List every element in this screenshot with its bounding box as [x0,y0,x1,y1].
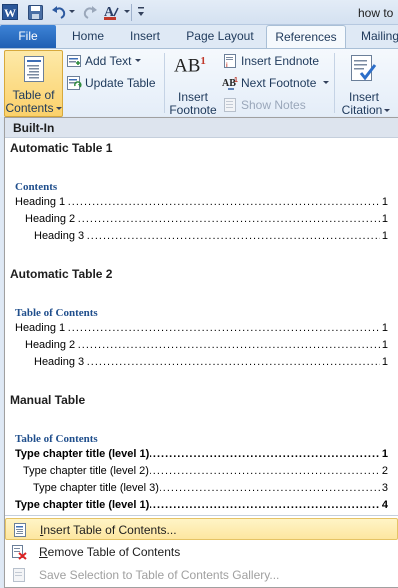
toc-button-label-line2: Contents [5,102,62,115]
toc-preview-line: Heading 1...............................… [15,196,388,209]
toc-preview-line: Heading 2...............................… [25,213,388,226]
add-text-button[interactable]: Add Text [66,52,156,70]
tab-file[interactable]: File [0,25,56,48]
toc-preview-line: Heading 3...............................… [34,230,388,243]
show-notes-icon [224,98,236,112]
toc-preview-line: Type chapter title (level 1)............… [15,499,388,511]
gallery-item-title: Manual Table [10,393,86,407]
insert-endnote-button[interactable]: i Insert Endnote [222,52,330,70]
insert-table-of-contents-menu-item[interactable]: Insert Table of Contents... [5,518,398,540]
toc-preview-heading: Table of Contents [15,433,98,445]
next-footnote-button[interactable]: AB 1 Next Footnote [222,74,330,92]
gallery-item-title: Automatic Table 1 [10,141,113,155]
toc-preview-line: Heading 3...............................… [34,356,388,369]
toc-preview-line: Type chapter title (level 2)............… [23,465,388,478]
tab-references[interactable]: References [266,25,346,49]
insert-citation-label-line1[interactable]: Insert [336,90,392,104]
customize-qat-icon[interactable] [136,6,146,18]
group-separator [164,53,165,113]
tab-insert[interactable]: Insert [120,25,170,48]
ribbon-tabs: File Home Insert Page Layout References … [0,25,398,49]
insert-toc-icon [14,523,26,537]
title-bar: W A how to [0,0,398,25]
redo-icon[interactable] [82,4,98,20]
tab-page-layout[interactable]: Page Layout [178,25,262,48]
font-color-icon[interactable]: A [103,4,123,20]
insert-citation-icon[interactable] [347,53,379,85]
insert-footnote-icon[interactable]: AB1 [174,55,210,81]
toc-preview-heading: Contents [15,181,58,193]
font-color-dropdown-icon[interactable] [124,10,130,13]
table-of-contents-icon [24,56,44,82]
toc-preview-heading: Table of Contents [15,307,98,319]
insert-endnote-icon: i [224,54,236,69]
menu-separator [5,515,398,516]
insert-citation-label-line2[interactable]: Citation [336,103,396,117]
remove-table-of-contents-menu-item[interactable]: Remove Table of Contents [5,541,398,563]
menu-item-label: Save Selection to Table of Contents Gall… [39,568,280,582]
add-text-icon [67,55,81,67]
add-text-dropdown-icon [135,59,141,62]
toc-preview-line: Heading 2...............................… [25,339,388,352]
tab-home[interactable]: Home [62,25,114,48]
toc-preview-line: Type chapter title (level 3)............… [33,482,388,495]
save-icon[interactable] [28,4,43,20]
undo-dropdown-icon[interactable] [69,10,75,13]
group-separator [334,53,335,113]
gallery-item-title: Automatic Table 2 [10,267,113,281]
svg-text:1: 1 [234,77,238,84]
insert-footnote-label-line2[interactable]: Footnote [166,103,220,117]
update-table-button[interactable]: Update Table [66,74,158,92]
ribbon-references: Table of Contents Add Text Update Table … [0,48,398,118]
insert-citation-dropdown-icon [384,109,391,113]
next-footnote-dropdown-icon [323,81,329,84]
update-table-icon [67,76,82,90]
remove-toc-icon [12,545,27,560]
toc-preview-line: Type chapter title (level 1)............… [15,448,388,461]
table-of-contents-button[interactable]: Table of Contents [4,50,63,117]
undo-icon[interactable] [51,4,67,20]
show-notes-button[interactable]: Show Notes [222,96,316,114]
save-selection-to-gallery-menu-item[interactable]: Save Selection to Table of Contents Gall… [5,564,398,586]
menu-item-label: Remove Table of Contents [39,545,181,559]
menu-item-label: Insert Table of Contents... [40,523,177,537]
insert-footnote-label-line1[interactable]: Insert [168,90,218,104]
qat-separator [131,4,132,21]
document-title: how to [358,6,394,20]
table-of-contents-gallery: Built-In Automatic Table 1 Contents Head… [4,117,398,588]
tab-mailings[interactable]: Mailing [361,25,398,48]
toc-preview-line: Heading 1...............................… [15,322,388,335]
word-app-icon[interactable]: W [2,4,18,20]
gallery-section-header: Built-In [5,118,398,138]
next-footnote-icon: AB 1 [222,77,238,90]
save-selection-icon [13,568,25,582]
toc-dropdown-icon [55,107,62,111]
